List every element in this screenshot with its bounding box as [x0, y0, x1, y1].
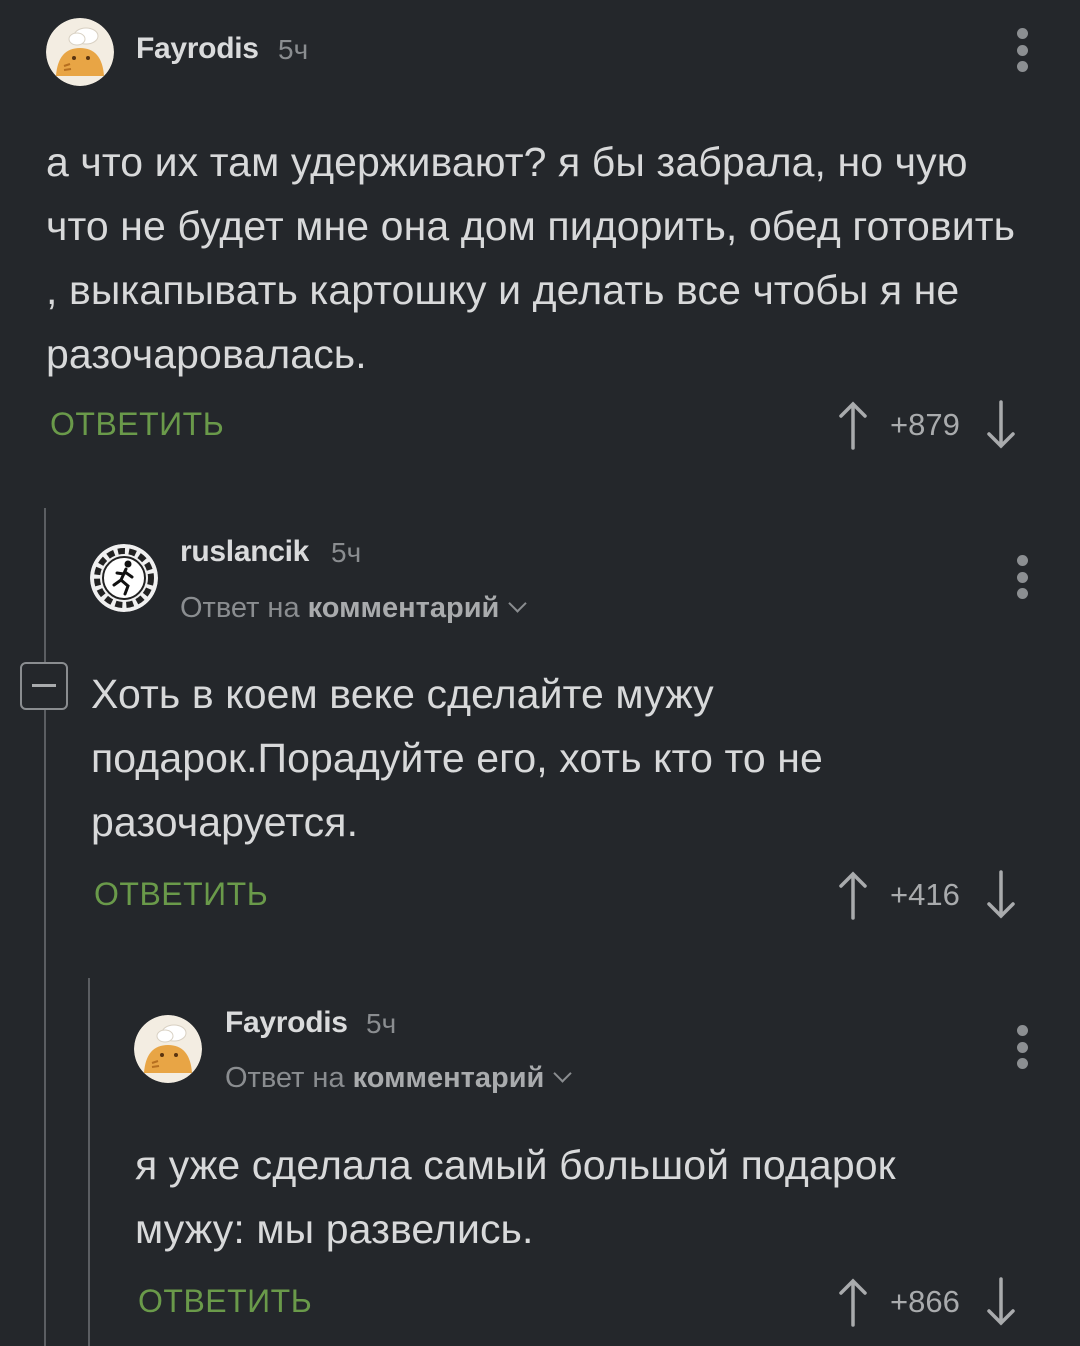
chevron-down-icon[interactable] — [508, 594, 528, 613]
timestamp: 5ч — [278, 34, 309, 65]
upvote-arrow-icon[interactable] — [838, 400, 868, 450]
reply-button[interactable]: ОТВЕТИТЬ — [50, 406, 224, 443]
username[interactable]: Fayrodis — [136, 32, 259, 66]
chef-cat-avatar-icon — [134, 1015, 202, 1083]
vote-controls: +416 — [838, 870, 1016, 920]
avatar[interactable] — [46, 18, 114, 86]
more-options-icon[interactable] — [1016, 1025, 1028, 1069]
reply-to-link[interactable]: Ответ на комментарий — [180, 592, 528, 625]
timestamp: 5ч — [331, 537, 362, 568]
chef-cat-avatar-icon — [46, 18, 114, 86]
reply-to-target: комментарий — [352, 1062, 545, 1094]
comment-text: я уже сделала самый большой подарок мужу… — [135, 1142, 896, 1252]
vote-controls: +879 — [838, 400, 1016, 450]
reply-to-target: комментарий — [307, 592, 500, 624]
running-man-gear-avatar-icon — [90, 544, 158, 612]
score: +416 — [890, 877, 960, 912]
score: +866 — [890, 1284, 960, 1319]
reply-to-prefix: Ответ на — [225, 1062, 345, 1094]
score: +879 — [890, 407, 960, 442]
avatar[interactable] — [134, 1015, 202, 1083]
thread-line-level-2 — [88, 978, 90, 1346]
more-options-icon[interactable] — [1016, 555, 1028, 599]
downvote-arrow-icon[interactable] — [986, 870, 1016, 920]
reply-button[interactable]: ОТВЕТИТЬ — [94, 876, 268, 913]
comment-text: Хоть в коем веке сделайте мужу подарок.П… — [91, 671, 823, 845]
username[interactable]: Fayrodis — [225, 1006, 348, 1040]
collapse-thread-button[interactable] — [20, 662, 68, 710]
vote-controls: +866 — [838, 1277, 1016, 1327]
timestamp: 5ч — [366, 1008, 397, 1039]
username[interactable]: ruslancik — [180, 535, 309, 569]
chevron-down-icon[interactable] — [553, 1064, 573, 1083]
upvote-arrow-icon[interactable] — [838, 1277, 868, 1327]
downvote-arrow-icon[interactable] — [986, 400, 1016, 450]
upvote-arrow-icon[interactable] — [838, 870, 868, 920]
reply-to-link[interactable]: Ответ на комментарий — [225, 1062, 573, 1095]
reply-button[interactable]: ОТВЕТИТЬ — [138, 1283, 312, 1320]
reply-to-prefix: Ответ на — [180, 592, 300, 624]
more-options-icon[interactable] — [1016, 28, 1028, 72]
avatar[interactable] — [90, 544, 158, 612]
comment-text: а что их там удерживают? я бы забрала, н… — [46, 139, 1016, 377]
thread-line-level-1 — [44, 508, 46, 1346]
downvote-arrow-icon[interactable] — [986, 1277, 1016, 1327]
